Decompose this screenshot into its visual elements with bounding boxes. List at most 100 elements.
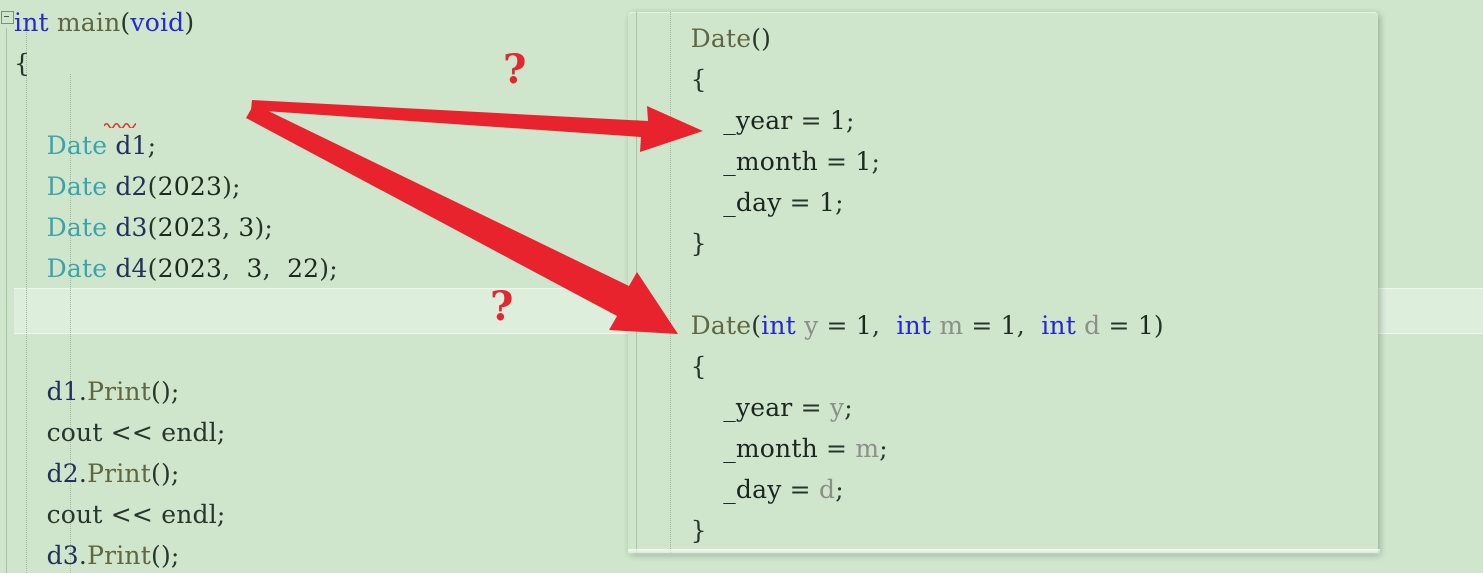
panel-fold-guide-line <box>636 12 637 553</box>
code-token: = <box>781 188 819 217</box>
date-constructors-panel[interactable]: Date() { _year = 1; _month = 1; _day = 1… <box>628 12 1378 553</box>
code-token: . <box>78 541 88 570</box>
code-token: Print <box>87 459 151 488</box>
code-token: _year <box>723 106 793 135</box>
code-token: << <box>102 418 162 447</box>
code-token: . <box>78 459 88 488</box>
code-token: _day <box>723 475 782 504</box>
panel-code-text[interactable]: Date() { _year = 1; _month = 1; _day = 1… <box>658 18 1164 551</box>
code-token: ( <box>751 311 762 340</box>
code-token: cout <box>46 500 103 529</box>
code-token: ; <box>835 475 844 504</box>
code-token: { <box>690 352 707 381</box>
code-line-l8 <box>14 289 338 330</box>
code-token: y <box>804 311 819 340</box>
code-token: _year <box>723 393 793 422</box>
code-line-l14: d3.Print(); <box>14 535 338 573</box>
code-token: ; <box>216 418 226 447</box>
fold-gutter[interactable] <box>0 0 14 573</box>
code-token: ; <box>846 106 855 135</box>
default-ctor-body-line-2: _day = 1; <box>658 182 1164 223</box>
collapse-fold-icon[interactable] <box>1 11 14 24</box>
default-ctor-signature: Date() <box>658 18 1164 59</box>
code-token: ); <box>222 172 241 201</box>
code-token: 2023 <box>157 172 223 201</box>
code-line-l2: { <box>14 43 338 84</box>
code-token: _month <box>723 434 818 463</box>
code-token: Print <box>87 377 151 406</box>
code-token: , <box>1016 311 1042 340</box>
code-token: . <box>78 377 88 406</box>
code-token: (); <box>150 459 180 488</box>
code-line-l5: Date d2(2023); <box>14 166 338 207</box>
code-token: Date <box>690 311 752 340</box>
code-token: 2023 <box>157 254 223 283</box>
code-token: Date <box>46 172 108 201</box>
code-token: y <box>829 393 845 422</box>
code-line-l3 <box>14 84 338 125</box>
code-token: = <box>963 311 1001 340</box>
code-token: 1 <box>1137 311 1154 340</box>
code-token: ( <box>147 172 158 201</box>
code-token: ; <box>844 393 853 422</box>
code-line-l12: d2.Print(); <box>14 453 338 494</box>
code-token: ; <box>216 500 226 529</box>
main-function-code[interactable]: int main(void){ Date d1; Date d2(2023); … <box>14 2 338 573</box>
panel-bottom-edge <box>628 549 1380 555</box>
code-token: ; <box>147 131 157 160</box>
code-token: { <box>14 49 31 78</box>
code-token: d3 <box>115 213 148 242</box>
default-arg-ctor-body-line-2: _day = d; <box>658 469 1164 510</box>
code-token: , <box>871 311 897 340</box>
code-line-l13: cout << endl; <box>14 494 338 535</box>
code-token: 3 <box>246 254 263 283</box>
code-token: cout <box>46 418 103 447</box>
code-token: 1 <box>1000 311 1017 340</box>
code-token: Date <box>46 254 108 283</box>
code-token: ( <box>147 254 158 283</box>
default-ctor-body-line-1: _month = 1; <box>658 141 1164 182</box>
code-token: ); <box>319 254 338 283</box>
screenshot-root: int main(void){ Date d1; Date d2(2023); … <box>0 0 1483 573</box>
code-token: 2023 <box>157 213 223 242</box>
code-token: 1 <box>855 311 872 340</box>
fold-guide-line <box>6 28 7 573</box>
code-token: 1 <box>818 188 836 217</box>
code-token: = <box>818 311 856 340</box>
code-token: endl <box>161 418 217 447</box>
code-token: 3 <box>238 213 255 242</box>
default-arg-ctor-body-line-0: _year = y; <box>658 387 1164 428</box>
code-line-l7: Date d4(2023, 3, 22); <box>14 248 338 289</box>
code-token: ); <box>254 213 274 242</box>
code-line-l9 <box>14 330 338 371</box>
code-token: ( <box>120 8 131 37</box>
code-token: = <box>781 475 819 504</box>
code-token: , <box>222 254 247 283</box>
code-token: , <box>222 213 239 242</box>
code-token: } <box>690 516 707 545</box>
code-token: << <box>102 500 162 529</box>
code-token: Date <box>690 24 752 53</box>
code-token: m <box>855 434 880 463</box>
code-token: void <box>130 8 185 37</box>
default-ctor-body-line-0: _year = 1; <box>658 100 1164 141</box>
code-token: ; <box>835 188 844 217</box>
code-token: main <box>56 8 121 37</box>
